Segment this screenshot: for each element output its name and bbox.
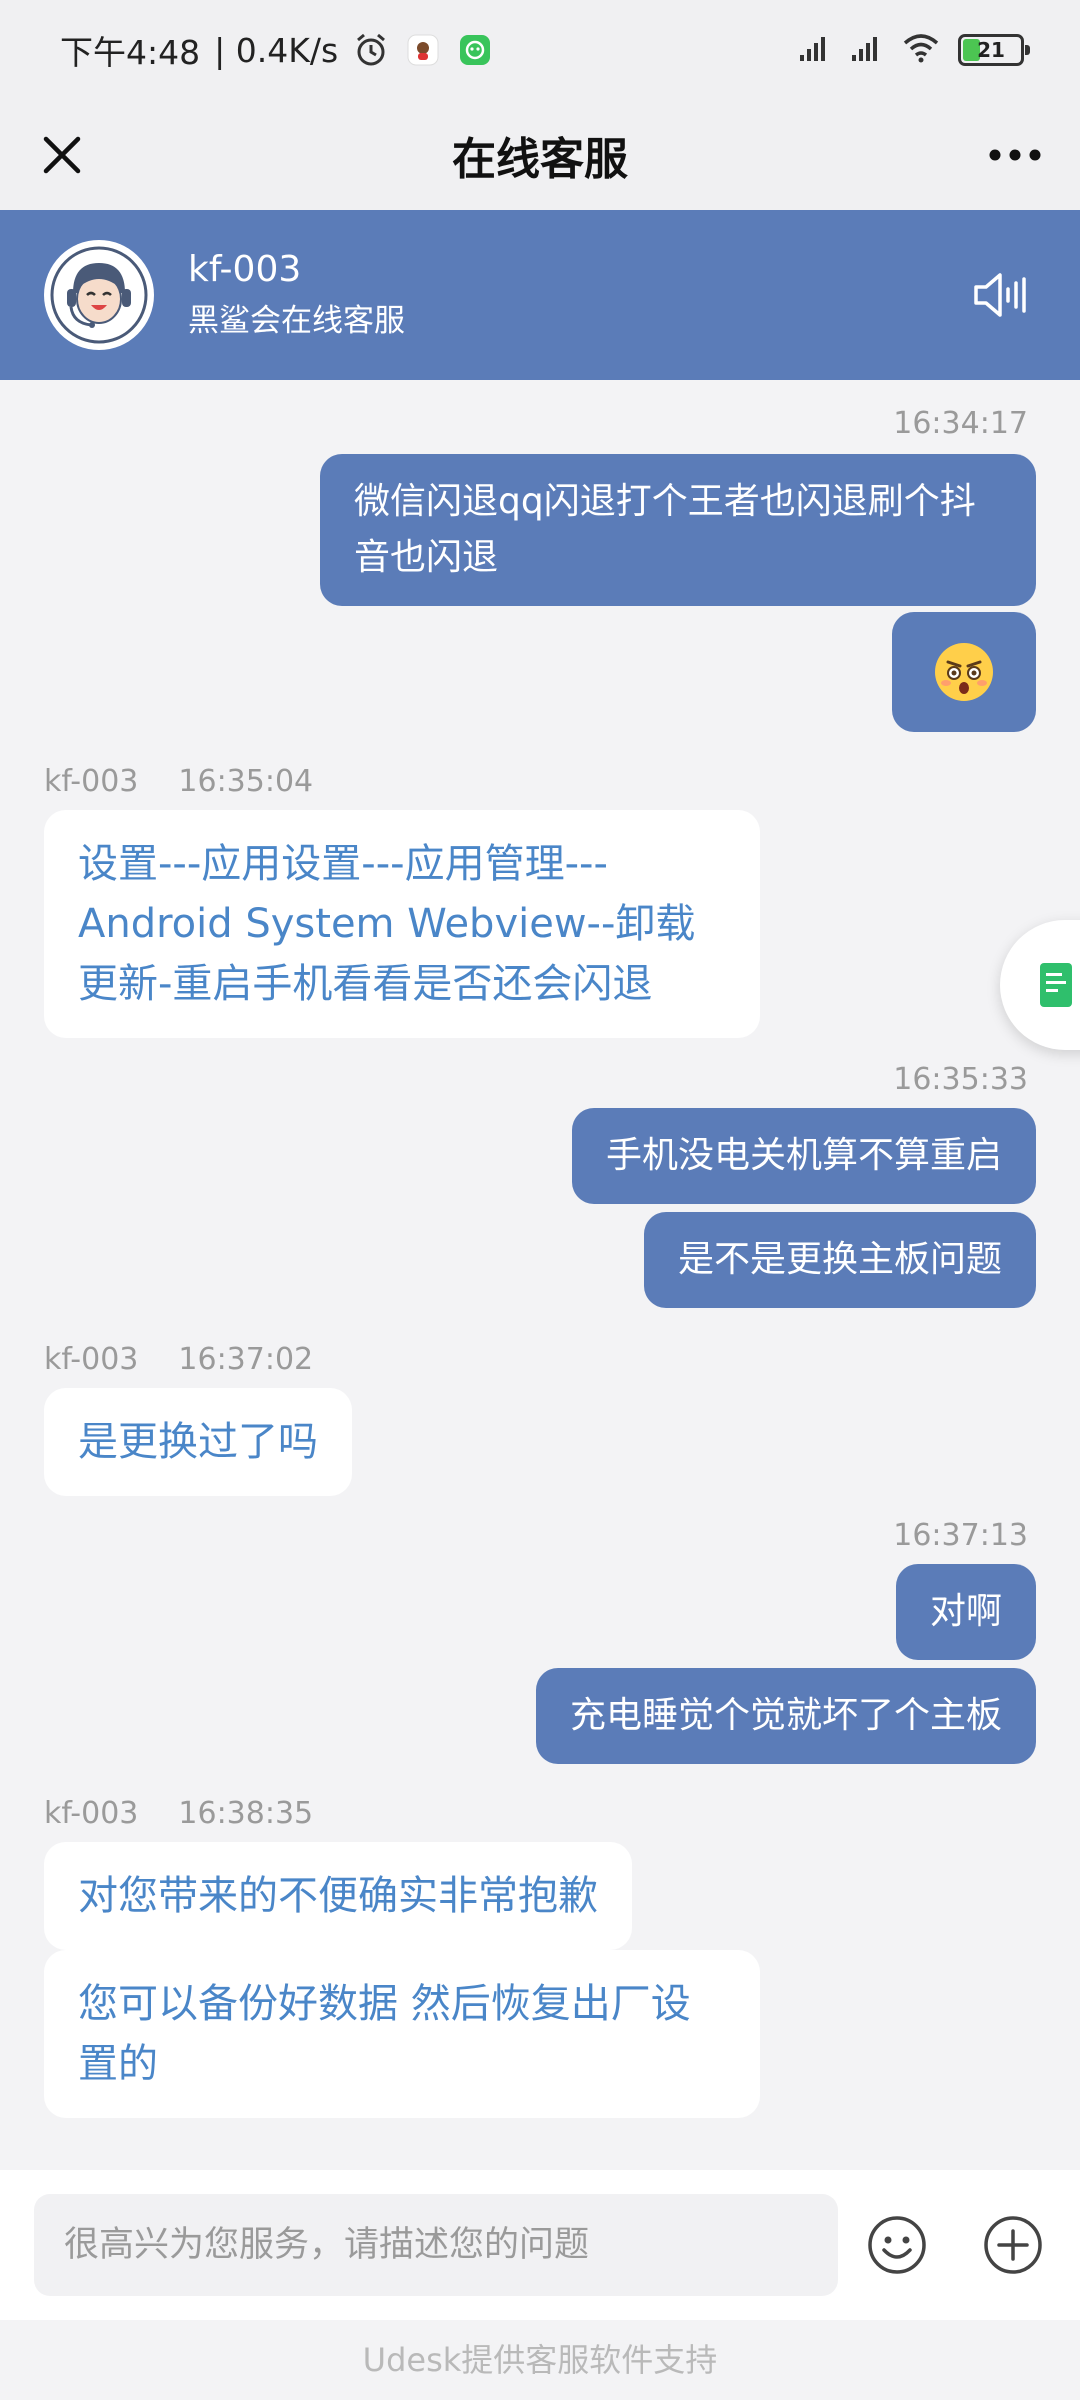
wechat-style-notification-icon [456,31,494,69]
agent-avatar [44,240,154,350]
smiley-icon [868,2216,926,2274]
battery-icon: 21 [958,34,1030,66]
agent-message-bubble[interactable]: 对您带来的不便确实非常抱歉 [44,1842,632,1950]
wifi-icon [902,33,940,67]
speaker-button[interactable] [970,265,1030,325]
agent-org: 黑鲨会在线客服 [188,303,405,339]
message-timestamp: 16:35:04 [178,764,314,799]
status-network-speed: | 0.4K/s [214,30,339,70]
input-bar [0,2170,1080,2320]
agent-name: kf-003 [188,249,302,290]
signal-icon [850,33,884,67]
support-agent-icon [49,245,149,345]
floating-survey-tab[interactable] [1000,920,1080,1050]
app-notification-icon [404,31,442,69]
message-timestamp: 16:34:17 [893,406,1028,441]
agent-message-bubble[interactable]: 设置---应用设置---应用管理---Android System Webvie… [44,810,760,1038]
status-time: 下午4:48 [60,33,201,72]
user-message-bubble[interactable]: 微信闪退qq闪退打个王者也闪退刷个抖音也闪退 [320,454,1036,606]
message-timestamp: 16:35:33 [893,1062,1028,1097]
chat-area[interactable]: 16:34:17 微信闪退qq闪退打个王者也闪退刷个抖音也闪退 kf-003 16… [0,380,1080,2170]
add-attachment-button[interactable] [982,2214,1044,2276]
page-title: 在线客服 [452,134,628,185]
more-icon [989,149,1041,161]
status-right: 21 [798,33,1030,67]
battery-level: 21 [977,38,1005,62]
speaker-icon [974,273,1026,317]
agent-sender-name: kf-003 [44,1342,139,1377]
plus-circle-icon [984,2216,1042,2274]
agent-info: kf-003 黑鲨会在线客服 [188,247,405,343]
status-left: 下午4:48 | 0.4K/s [60,26,494,74]
user-message-bubble[interactable]: 是不是更换主板问题 [643,1212,1036,1308]
agent-timestamp: kf-003 16:37:02 [44,1342,313,1377]
message-timestamp: 16:37:13 [893,1518,1028,1553]
title-bar: 在线客服 [0,100,1080,210]
signal-icon [798,33,832,67]
message-input[interactable] [34,2194,838,2296]
agent-header: kf-003 黑鲨会在线客服 [0,210,1080,380]
alarm-icon [352,31,390,69]
agent-timestamp: kf-003 16:35:04 [44,764,313,799]
agent-message-bubble[interactable]: 您可以备份好数据 然后恢复出厂设置的 [44,1950,760,2118]
user-message-bubble[interactable]: 对啊 [895,1564,1036,1660]
user-emoji-message[interactable] [892,612,1036,732]
message-timestamp: 16:38:35 [178,1796,314,1831]
more-button[interactable] [980,125,1050,185]
astonished-face-emoji-icon [935,643,993,701]
powered-by-footer: Udesk提供客服软件支持 [0,2320,1080,2400]
form-document-icon [1040,963,1072,1007]
user-message-bubble[interactable]: 手机没电关机算不算重启 [571,1108,1036,1204]
emoji-button[interactable] [866,2214,928,2276]
agent-timestamp: kf-003 16:38:35 [44,1796,313,1831]
status-bar: 下午4:48 | 0.4K/s 21 [0,0,1080,100]
agent-sender-name: kf-003 [44,1796,139,1831]
close-icon [43,136,81,174]
agent-message-bubble[interactable]: 是更换过了吗 [44,1388,352,1496]
user-message-bubble[interactable]: 充电睡觉个觉就坏了个主板 [535,1668,1036,1764]
agent-sender-name: kf-003 [44,764,139,799]
close-button[interactable] [32,125,92,185]
message-timestamp: 16:37:02 [178,1342,314,1377]
